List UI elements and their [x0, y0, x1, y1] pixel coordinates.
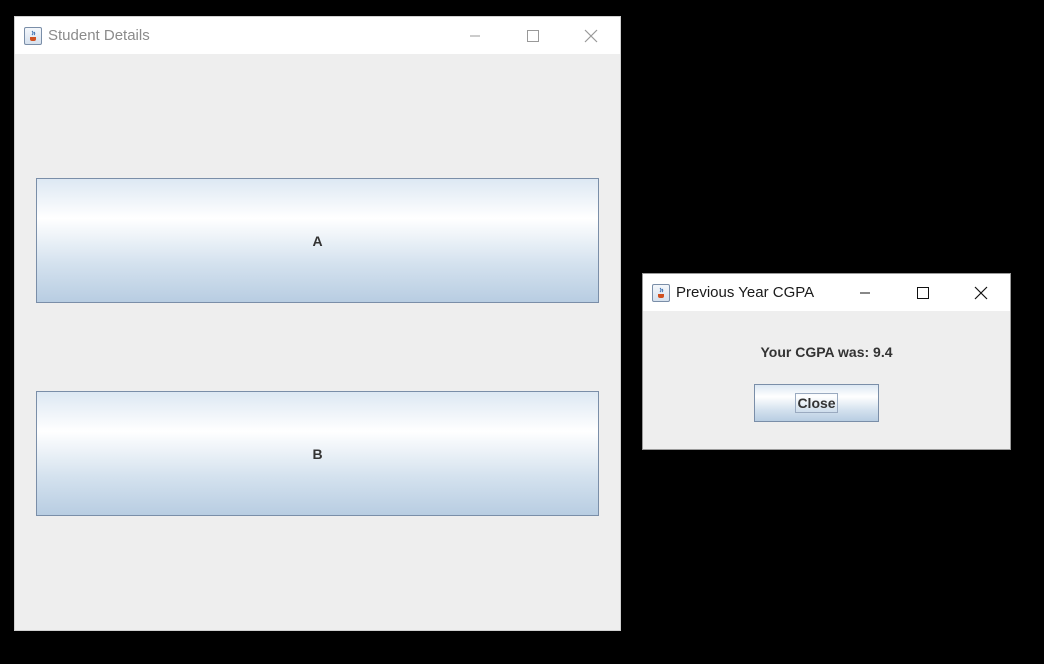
close-button[interactable]: Close	[754, 384, 879, 422]
maximize-icon	[527, 29, 539, 42]
dialog-title: Previous Year CGPA	[676, 284, 815, 301]
dialog-maximize-button[interactable]	[900, 274, 946, 311]
title-bar[interactable]: Student Details	[15, 17, 620, 54]
button-b[interactable]: B	[36, 391, 599, 516]
maximize-button[interactable]	[510, 17, 556, 54]
window-title: Student Details	[48, 27, 150, 44]
dialog-close-window-button[interactable]	[958, 274, 1004, 311]
previous-year-cgpa-dialog: Previous Year CGPA Your CGPA was: 9.4 Cl…	[642, 273, 1011, 450]
dialog-title-bar[interactable]: Previous Year CGPA	[643, 274, 1010, 311]
java-app-icon	[24, 26, 42, 45]
button-a-label: A	[312, 232, 323, 249]
button-a[interactable]: A	[36, 178, 599, 303]
button-b-label: B	[312, 445, 323, 462]
minimize-icon	[470, 35, 480, 36]
cgpa-message: Your CGPA was: 9.4	[760, 344, 893, 360]
dialog-minimize-button[interactable]	[842, 274, 888, 311]
maximize-icon	[917, 286, 929, 299]
java-app-icon	[652, 283, 670, 302]
close-window-button[interactable]	[568, 17, 614, 54]
minimize-button[interactable]	[452, 17, 498, 54]
close-icon	[974, 286, 988, 299]
close-icon	[584, 29, 598, 42]
close-button-label: Close	[795, 393, 838, 413]
minimize-icon	[860, 292, 870, 293]
student-details-window: Student Details A B	[14, 16, 621, 631]
